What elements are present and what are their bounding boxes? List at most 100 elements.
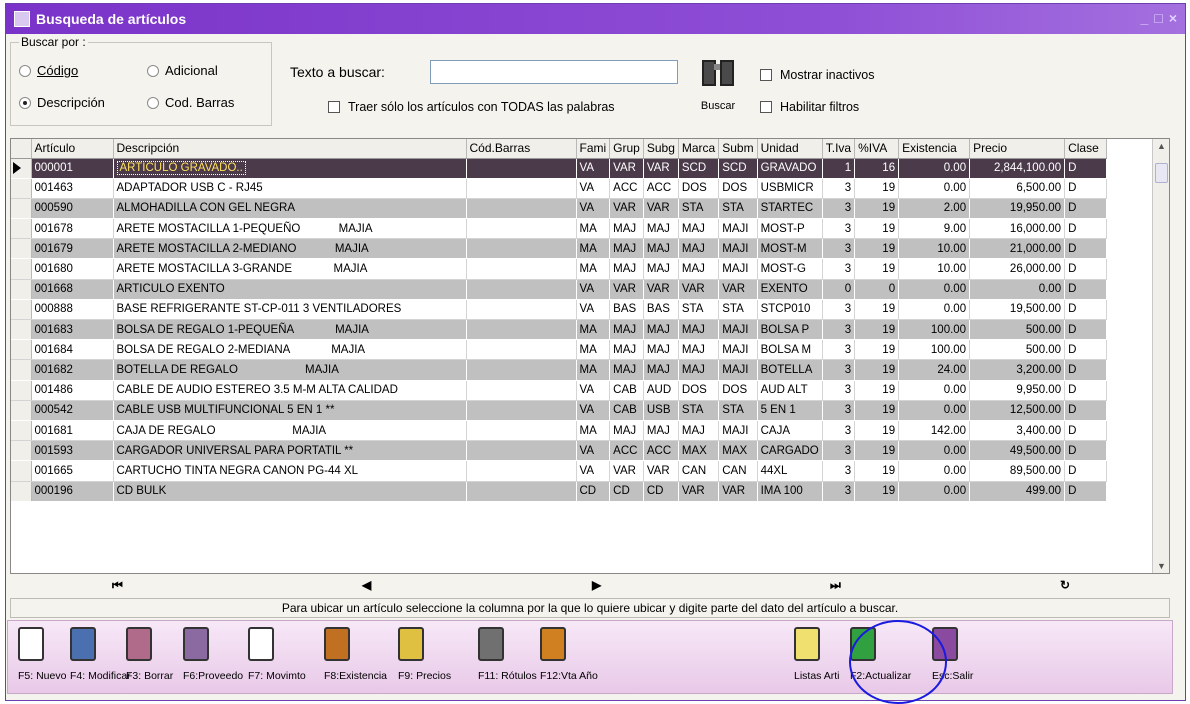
next-record-icon[interactable]: ▶ (592, 578, 601, 592)
col-clase[interactable]: Clase (1064, 139, 1108, 159)
table-row[interactable]: 001682 BOTELLA DE REGALO MAJIA MA MAJ MAJ MAJ… (11, 359, 1108, 381)
enable-filters-checkbox[interactable]: Habilitar filtros (760, 100, 859, 114)
col-pct-iva[interactable]: %IVA (854, 139, 900, 159)
table-row[interactable]: 001593 CARGADOR UNIVERSAL PARA PORTATIL *… (11, 440, 1108, 462)
checkbox-label: Mostrar inactivos (780, 68, 875, 82)
cell-articulo: 001665 (31, 460, 114, 482)
col-subgrupo[interactable]: Subg (643, 139, 679, 159)
radio-descripcion[interactable]: Descripción (19, 95, 105, 110)
first-record-icon[interactable]: ⏮ (112, 578, 123, 593)
table-row[interactable]: 000888 BASE REFRIGERANTE ST-CP-011 3 VENT… (11, 299, 1108, 321)
row-indicator (11, 218, 32, 240)
cell-grupo: CAB (609, 400, 644, 421)
cell-precio: 16,000.00 (969, 218, 1066, 240)
table-row[interactable]: 001668 ARTICULO EXENTO VA VAR VAR VAR VAR EXENT… (11, 279, 1108, 300)
table-row[interactable]: 001683 BOLSA DE REGALO 1-PEQUEÑA MAJIA MA M… (11, 319, 1108, 341)
cell-articulo: 001679 (31, 238, 114, 260)
radio-dot[interactable] (147, 64, 159, 77)
prev-record-icon[interactable]: ◀ (362, 578, 371, 592)
cell-submarca: MAJI (718, 238, 758, 260)
table-row[interactable]: 001684 BOLSA DE REGALO 2-MEDIANA MAJIA MA M… (11, 339, 1108, 361)
toolbar-button-f7-movimto[interactable]: F7: Movimto (248, 627, 306, 682)
search-input[interactable] (430, 60, 678, 84)
toolbar-button-f5-nuevo[interactable]: F5: Nuevo (18, 627, 66, 682)
cell-subgrupo: MAJ (643, 359, 679, 381)
table-row[interactable]: 001678 ARETE MOSTACILLA 1-PEQUEÑO MAJIA MA… (11, 218, 1108, 240)
cell-cod-barras (466, 400, 577, 421)
scroll-down-icon[interactable]: ▼ (1157, 561, 1166, 571)
radio-adicional[interactable]: Adicional (147, 63, 218, 78)
refresh-record-icon[interactable]: ↻ (1060, 578, 1070, 592)
table-row[interactable]: 001665 CARTUCHO TINTA NEGRA CANON PG-44 X… (11, 460, 1108, 482)
cell-pct-iva: 19 (854, 481, 900, 502)
checkbox-box[interactable] (760, 69, 772, 81)
close-icon[interactable]: × (1169, 10, 1177, 26)
radio-codigo[interactable]: Código (19, 63, 78, 78)
cell-grupo: MAJ (609, 319, 644, 341)
cell-clase: D (1064, 279, 1108, 300)
minimize-icon[interactable]: _ (1141, 10, 1149, 26)
table-row[interactable]: 001486 CABLE DE AUDIO ESTEREO 3.5 M-M ALT… (11, 380, 1108, 401)
table-row[interactable]: 001680 ARETE MOSTACILLA 3-GRANDE MAJIA MA M… (11, 258, 1108, 280)
checkbox-box[interactable] (328, 101, 340, 113)
cell-descripcion: ARETE MOSTACILLA 3-GRANDE MAJIA (113, 258, 467, 280)
toolbar-button-f12-vta-a-o[interactable]: F12:Vta Año (540, 627, 598, 682)
table-row[interactable]: 000196 CD BULK CD CD CD VAR VAR IMA 100 3 19 0.00 4… (11, 481, 1108, 502)
cell-descripcion: CARTUCHO TINTA NEGRA CANON PG-44 XL (113, 460, 467, 482)
toolbar-button-f9-precios[interactable]: F9: Precios (398, 627, 451, 682)
col-unidad[interactable]: Unidad (757, 139, 823, 159)
radio-dot[interactable] (147, 96, 159, 109)
cell-tipo-iva: 1 (822, 158, 856, 179)
cell-tipo-iva: 3 (822, 359, 856, 381)
toolbar-button-f6-proveedo[interactable]: F6:Proveedo (183, 627, 243, 682)
all-words-checkbox[interactable]: Traer sólo los artículos con TODAS las p… (328, 100, 615, 114)
radio-dot[interactable] (19, 64, 31, 77)
vertical-scrollbar[interactable]: ▲ ▼ (1152, 139, 1169, 573)
col-descripcion[interactable]: Descripción (113, 139, 467, 159)
col-tipo-iva[interactable]: T.Iva (822, 139, 856, 159)
articles-table[interactable]: Artículo Descripción Cód.Barras Fami Gru… (11, 139, 1108, 502)
cell-existencia: 0.00 (898, 481, 971, 502)
show-inactive-checkbox[interactable]: Mostrar inactivos (760, 68, 874, 82)
checkbox-box[interactable] (760, 101, 772, 113)
scroll-thumb[interactable] (1155, 163, 1168, 183)
toolbar-button-f8-existencia[interactable]: F8:Existencia (324, 627, 387, 682)
cell-subgrupo: MAJ (643, 339, 679, 361)
cell-tipo-iva: 3 (822, 440, 856, 462)
articles-grid[interactable]: Artículo Descripción Cód.Barras Fami Gru… (10, 138, 1170, 574)
cell-precio: 499.00 (969, 481, 1066, 502)
cell-cod-barras (466, 218, 577, 240)
toolbar-button-f11-r-tulos[interactable]: F11: Rótulos (478, 627, 537, 682)
cell-subgrupo: USB (643, 400, 679, 421)
table-row[interactable]: 001463 ADAPTADOR USB C - RJ45 VA ACC ACC DOS D… (11, 178, 1108, 199)
col-submarca[interactable]: Subm (718, 139, 758, 159)
table-row[interactable]: 001681 CAJA DE REGALO MAJIA MA MAJ MAJ MAJ MAJ… (11, 420, 1108, 442)
radio-cod-barras[interactable]: Cod. Barras (147, 95, 234, 110)
toolbar-button-listas-arti[interactable]: Listas Arti (794, 627, 840, 682)
cell-familia: MA (576, 218, 611, 240)
col-familia[interactable]: Fami (576, 139, 611, 159)
cell-submarca: VAR (718, 279, 758, 300)
maximize-icon[interactable]: □ (1154, 10, 1162, 26)
col-existencia[interactable]: Existencia (898, 139, 971, 159)
window-controls[interactable]: _ □ × (1141, 10, 1177, 26)
table-row[interactable]: 001679 ARETE MOSTACILLA 2-MEDIANO MAJIA MA… (11, 238, 1108, 260)
row-indicator (11, 319, 32, 341)
col-articulo[interactable]: Artículo (31, 139, 114, 159)
cell-existencia: 100.00 (898, 319, 971, 341)
buscar-button[interactable]: Buscar (696, 52, 740, 128)
toolbar-button-f4-modificar[interactable]: F4: Modificar (70, 627, 131, 682)
scroll-up-icon[interactable]: ▲ (1157, 141, 1166, 151)
table-row[interactable]: 000542 CABLE USB MULTIFUNCIONAL 5 EN 1 **… (11, 400, 1108, 421)
last-record-icon[interactable]: ⏭ (830, 578, 841, 593)
table-row[interactable]: 000590 ALMOHADILLA CON GEL NEGRA VA VAR VAR S… (11, 198, 1108, 220)
record-navigator: ⏮ ◀ ▶ ⏭ ↻ (10, 576, 1170, 598)
radio-dot[interactable] (19, 96, 31, 109)
toolbar-button-f3-borrar[interactable]: F3: Borrar (126, 627, 173, 682)
col-grupo[interactable]: Grup (609, 139, 644, 159)
col-precio[interactable]: Precio (969, 139, 1066, 159)
col-cod-barras[interactable]: Cód.Barras (466, 139, 577, 159)
cell-pct-iva: 19 (854, 218, 900, 240)
table-row[interactable]: 000001 ARTICULO GRAVADO.. VA VAR VAR SCD SCD GR… (11, 158, 1108, 179)
col-marca[interactable]: Marca (678, 139, 720, 159)
